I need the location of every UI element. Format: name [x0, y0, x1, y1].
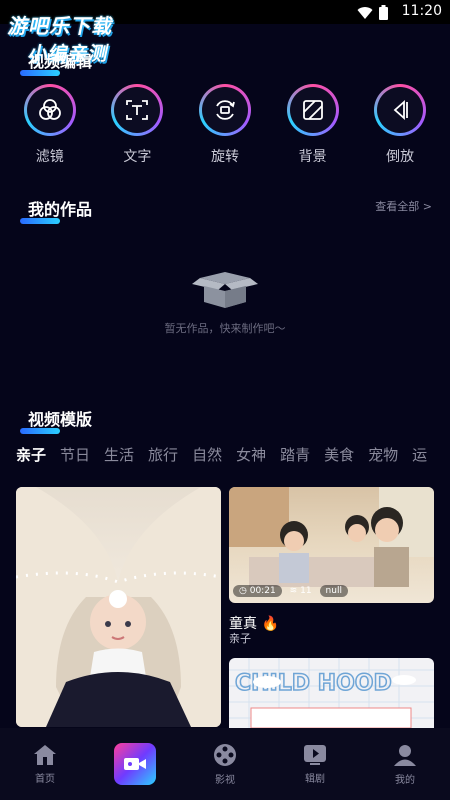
tab-life[interactable]: 生活 — [104, 444, 134, 465]
card-extra: null — [319, 585, 348, 597]
tool-row: 滤镜 文字 旋转 背景 倒放 — [0, 84, 450, 166]
nav-label: 首页 — [35, 773, 55, 785]
tool-label: 背景 — [298, 149, 327, 165]
filter-icon — [38, 99, 61, 120]
home-icon — [34, 744, 56, 765]
category-tabs: 亲子 节日 生活 旅行 自然 女神 踏青 美食 宠物 运 — [16, 444, 450, 465]
card-meta: ◷ 00:21 ≋ 11 null — [233, 585, 348, 597]
nav-home[interactable]: 首页 — [5, 744, 85, 785]
tab-sports[interactable]: 运 — [412, 444, 427, 465]
tab-goddess[interactable]: 女神 — [236, 444, 266, 465]
battery-icon — [379, 5, 388, 20]
tool-filter[interactable]: 滤镜 — [15, 84, 85, 166]
user-icon — [394, 744, 416, 766]
play-icon — [304, 744, 326, 765]
tab-holiday[interactable]: 节日 — [60, 444, 90, 465]
tab-parent-child[interactable]: 亲子 — [16, 444, 46, 465]
section-title-my-works: 我的作品 — [20, 196, 92, 224]
empty-state: 暂无作品，快来制作吧～ — [0, 270, 450, 336]
tool-label: 倒放 — [386, 149, 415, 165]
tab-travel[interactable]: 旅行 — [148, 444, 178, 465]
tab-spring-outing[interactable]: 踏青 — [280, 444, 310, 465]
nav-movies[interactable]: 影视 — [185, 743, 265, 786]
video-camera-icon — [124, 758, 146, 770]
childhood-art: CHILD HOOD — [229, 658, 434, 728]
tab-pets[interactable]: 宠物 — [368, 444, 398, 465]
nav-create[interactable] — [95, 743, 175, 785]
tab-nature[interactable]: 自然 — [192, 444, 222, 465]
text-icon — [126, 100, 149, 120]
clock-icon: ◷ — [239, 586, 247, 596]
tool-text[interactable]: 文字 — [102, 84, 172, 166]
tool-label: 滤镜 — [35, 149, 64, 165]
section-title-templates: 视频模版 — [20, 406, 92, 434]
tool-reverse[interactable]: 倒放 — [365, 84, 435, 166]
tool-rotate[interactable]: 旋转 — [190, 84, 260, 166]
status-time: 11:20 — [401, 3, 442, 19]
wifi-icon — [357, 6, 373, 19]
background-icon — [302, 100, 323, 120]
baby-photo — [16, 487, 221, 727]
tool-label: 旋转 — [210, 149, 239, 165]
empty-box-icon — [192, 272, 258, 308]
tab-food[interactable]: 美食 — [324, 444, 354, 465]
card-subtitle: 亲子 — [229, 632, 251, 645]
nav-profile[interactable]: 我的 — [365, 743, 445, 786]
card-duration: 00:21 — [249, 586, 276, 596]
section-title-video-edit: 视频编辑 — [20, 48, 92, 76]
view-all-link[interactable]: 查看全部 > — [375, 198, 432, 214]
bottom-nav: 首页 影视 辑剧 我的 — [0, 728, 450, 800]
template-card-baby[interactable] — [16, 487, 221, 727]
tool-background[interactable]: 背景 — [278, 84, 348, 166]
template-card-childhood[interactable]: CHILD HOOD — [229, 658, 434, 728]
nav-drama[interactable]: 辑剧 — [275, 744, 355, 785]
fire-icon: 🔥 — [261, 616, 279, 632]
nav-label: 影视 — [215, 774, 235, 786]
nav-label: 辑剧 — [305, 773, 325, 785]
nav-label: 我的 — [395, 774, 415, 786]
film-reel-icon — [214, 743, 236, 766]
rotate-icon — [216, 100, 235, 120]
card-count: 11 — [300, 586, 312, 596]
watermark-line-1: 游吧乐下载 — [6, 14, 117, 38]
tool-label: 文字 — [123, 149, 152, 165]
reverse-icon — [393, 99, 409, 121]
empty-text: 暂无作品，快来制作吧～ — [164, 322, 286, 335]
layers-icon: ≋ — [289, 586, 298, 596]
